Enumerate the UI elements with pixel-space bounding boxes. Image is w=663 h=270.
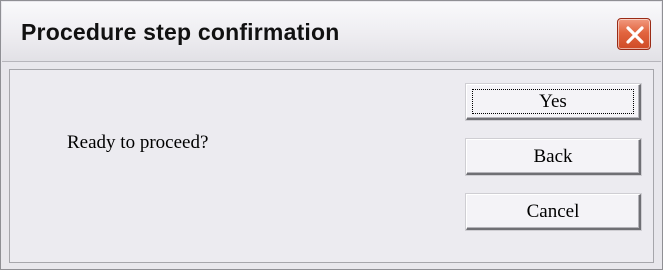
yes-button-label: Yes (539, 91, 567, 112)
title-bar[interactable]: Procedure step confirmation (2, 2, 661, 62)
back-button-label: Back (533, 146, 573, 167)
yes-button[interactable]: Yes (466, 84, 641, 120)
confirmation-dialog: Procedure step confirmation Ready to pro… (0, 0, 663, 270)
close-button[interactable] (617, 18, 651, 50)
close-icon (626, 26, 644, 44)
cancel-button-label: Cancel (526, 201, 580, 222)
prompt-message: Ready to proceed? (67, 132, 209, 153)
back-button[interactable]: Back (466, 139, 641, 175)
dialog-title: Procedure step confirmation (21, 19, 340, 45)
cancel-button[interactable]: Cancel (466, 194, 641, 230)
